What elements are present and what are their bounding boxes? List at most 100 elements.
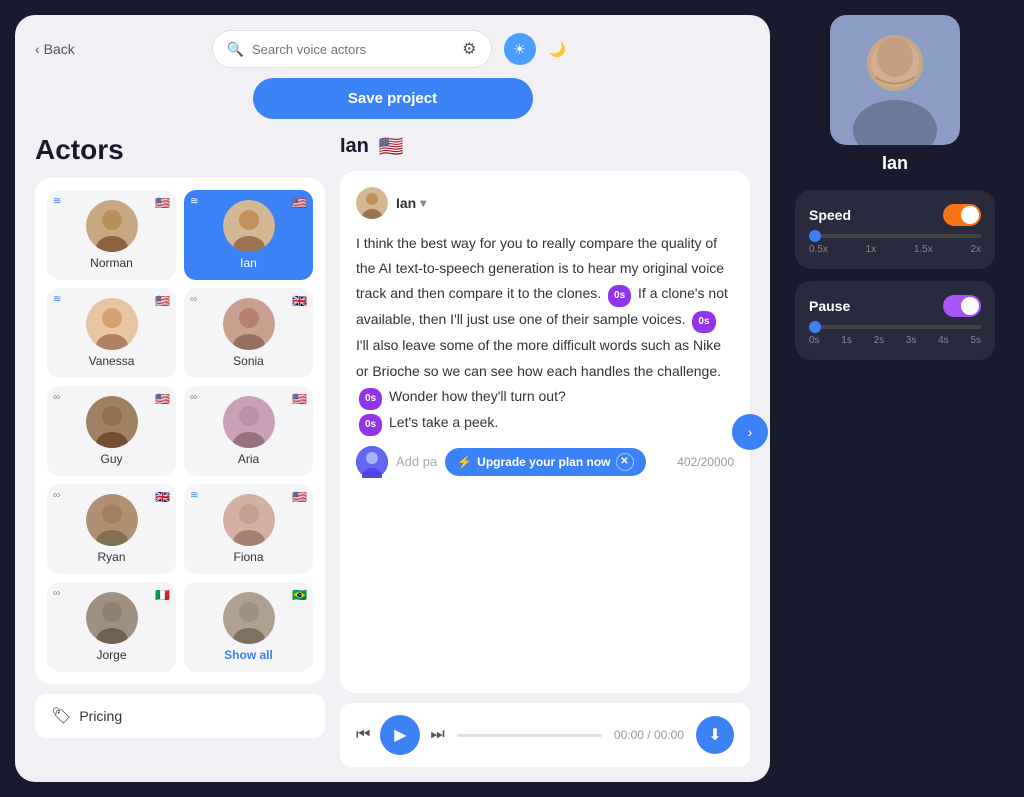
actor-avatar-fiona	[223, 494, 275, 546]
search-bar: 🔍 ⚙	[212, 30, 492, 68]
pause-toggle[interactable]	[943, 295, 981, 317]
upgrade-label: Upgrade your plan now	[477, 455, 610, 469]
actor-card-guy[interactable]: ∞ 🇺🇸 Guy	[47, 386, 176, 476]
speed-slider-labels: 0.5x 1x 1.5x 2x	[809, 244, 981, 255]
show-all-label: Show all	[224, 648, 273, 662]
loop-icon-aria: ∞	[190, 392, 197, 403]
actor-name-fiona: Fiona	[233, 550, 263, 564]
loop-icon-jorge: ∞	[53, 588, 60, 599]
flag-us-guy: 🇺🇸	[155, 392, 170, 406]
actor-card-fiona[interactable]: ≋ 🇺🇸 Fiona	[184, 484, 313, 574]
pause-row: Pause	[809, 295, 981, 317]
skip-forward-button[interactable]: ⏭	[430, 726, 444, 744]
flag-us-aria: 🇺🇸	[292, 392, 307, 406]
pause-slider-labels: 0s 1s 2s 3s 4s 5s	[809, 335, 981, 346]
pause-label-2s: 2s	[874, 335, 885, 346]
narrator-row: Ian ▾	[356, 187, 734, 219]
loop-icon-ryan: ∞	[53, 490, 60, 501]
narrator-avatar	[356, 187, 388, 219]
pricing-button[interactable]: 🏷 Pricing	[35, 694, 325, 738]
actor-card-sonia[interactable]: ∞ 🇬🇧 Sonia	[184, 288, 313, 378]
show-all-card[interactable]: 🇧🇷 Show all	[184, 582, 313, 672]
flag-gb-sonia: 🇬🇧	[292, 294, 307, 308]
actor-card-aria[interactable]: ∞ 🇺🇸 Aria	[184, 386, 313, 476]
flag-it-jorge: 🇮🇹	[155, 588, 170, 602]
actor-card-ryan[interactable]: ∞ 🇬🇧 Ryan	[47, 484, 176, 574]
speed-label-2x: 2x	[970, 244, 981, 255]
actor-avatar-norman	[86, 200, 138, 252]
actor-card-ian[interactable]: ≋ 🇺🇸 Ian	[184, 190, 313, 280]
search-icon: 🔍	[227, 41, 244, 58]
pause-slider-track[interactable]	[809, 325, 981, 329]
skip-back-button[interactable]: ⏮	[356, 726, 370, 744]
save-project-button[interactable]: Save project	[253, 78, 533, 119]
script-text-3: I'll also leave some of the more difficu…	[356, 337, 721, 378]
narrator-name: Ian ▾	[396, 195, 426, 211]
play-button[interactable]: ▶	[380, 715, 420, 755]
actor-card-vanessa[interactable]: ≋ 🇺🇸 Vanessa	[47, 288, 176, 378]
pause-label-3s: 3s	[906, 335, 917, 346]
script-text-4: Wonder how they'll turn out?	[389, 388, 566, 404]
speed-label-1x: 1x	[866, 244, 877, 255]
speed-slider-track[interactable]	[809, 234, 981, 238]
dark-theme-button[interactable]: 🌙	[542, 33, 574, 65]
actor-name-aria: Aria	[238, 452, 259, 466]
add-para-placeholder[interactable]: Add pa	[396, 454, 437, 469]
pricing-label: Pricing	[79, 708, 122, 724]
wave-icon-ian: ≋	[190, 196, 198, 207]
lightning-icon: ⚡	[457, 455, 472, 469]
char-count: 402/20000	[677, 455, 734, 469]
flag-us-fiona: 🇺🇸	[292, 490, 307, 504]
pause-label-4s: 4s	[938, 335, 949, 346]
content-area: Actors ≋ 🇺🇸 Nor	[35, 134, 750, 767]
speed-slider-thumb[interactable]	[809, 230, 821, 242]
speed-control-panel: Speed 0.5x 1x 1.5x 2x	[795, 190, 995, 269]
add-para-row: Add pa ⚡ Upgrade your plan now ✕ 402/200…	[356, 436, 734, 484]
top-bar: ‹ Back 🔍 ⚙ ☀ 🌙	[35, 30, 750, 68]
player-progress	[457, 734, 602, 737]
search-input[interactable]	[252, 42, 454, 57]
actor-photo-large	[830, 15, 960, 145]
actor-card-norman[interactable]: ≋ 🇺🇸 Norman	[47, 190, 176, 280]
flag-br-antonio: 🇧🇷	[292, 588, 307, 602]
wave-icon: ≋	[53, 196, 61, 207]
speed-row: Speed	[809, 204, 981, 226]
upgrade-badge[interactable]: ⚡ Upgrade your plan now ✕	[445, 448, 645, 476]
wave-icon-fiona: ≋	[190, 490, 198, 501]
player-time: 00:00 / 00:00	[614, 728, 684, 742]
wave-icon-vanessa: ≋	[53, 294, 61, 305]
light-theme-button[interactable]: ☀	[504, 33, 536, 65]
actor-avatar-ian	[223, 200, 275, 252]
actor-name-vanessa: Vanessa	[89, 354, 135, 368]
actor-avatar-aria	[223, 396, 275, 448]
selected-actor-name: Ian	[340, 135, 369, 158]
expand-arrow[interactable]: ›	[732, 414, 768, 450]
actor-header: Ian 🇺🇸	[340, 134, 750, 159]
actor-avatar-vanessa	[86, 298, 138, 350]
actor-name-ryan: Ryan	[97, 550, 125, 564]
flag-us-ian: 🇺🇸	[292, 196, 307, 210]
pause-control-panel: Pause 0s 1s 2s 3s 4s 5s	[795, 281, 995, 360]
actor-avatar-jorge	[86, 592, 138, 644]
speed-toggle[interactable]	[943, 204, 981, 226]
actors-title: Actors	[35, 134, 325, 166]
pause-badge-1: 0s	[608, 285, 631, 307]
pause-label-0s: 0s	[809, 335, 820, 346]
back-button[interactable]: ‹ Back	[35, 41, 75, 57]
add-para-avatar	[356, 446, 388, 478]
filter-icon[interactable]: ⚙	[462, 39, 476, 59]
pause-slider-thumb[interactable]	[809, 321, 821, 333]
flag-us-vanessa: 🇺🇸	[155, 294, 170, 308]
upgrade-close[interactable]: ✕	[616, 453, 634, 471]
main-panel: ‹ Back 🔍 ⚙ ☀ 🌙 Save project Actors ≋ 🇺🇸	[15, 15, 770, 782]
selected-actor-flag: 🇺🇸	[379, 134, 404, 159]
flag-us: 🇺🇸	[155, 196, 170, 210]
loop-icon-sonia: ∞	[190, 294, 197, 305]
pause-label: Pause	[809, 298, 850, 314]
download-button[interactable]: ⬇	[696, 716, 734, 754]
tag-icon: 🏷	[51, 706, 71, 726]
actors-grid-container: ≋ 🇺🇸 Norman ≋	[35, 178, 325, 684]
actor-card-jorge[interactable]: ∞ 🇮🇹 Jorge	[47, 582, 176, 672]
narrator-dropdown[interactable]: ▾	[420, 196, 426, 210]
pause-badge-3: 0s	[359, 388, 382, 410]
